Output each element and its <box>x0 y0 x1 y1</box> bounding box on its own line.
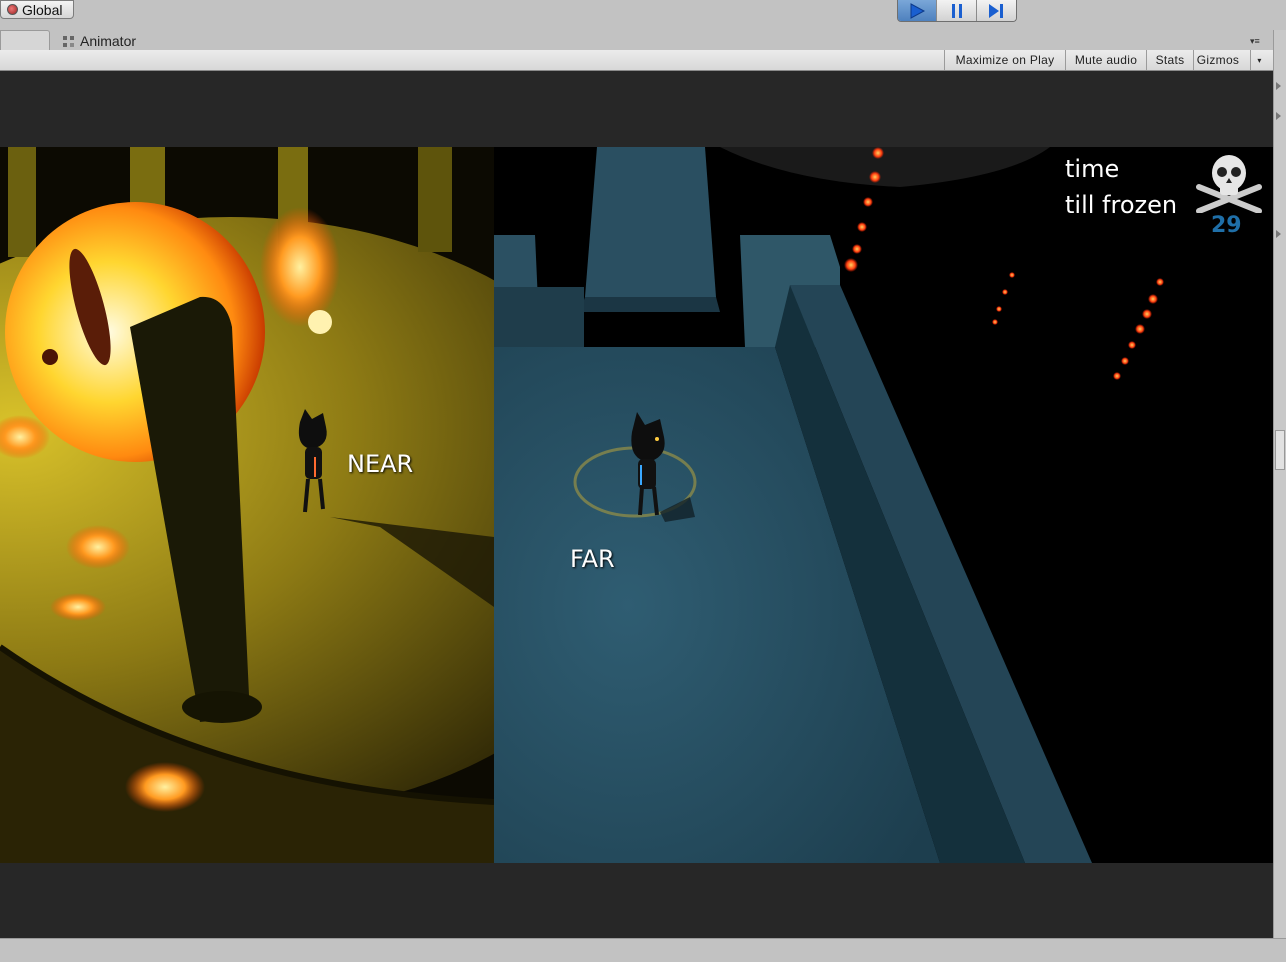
skull-crossbones-icon <box>1196 155 1262 213</box>
game-view-toolbar: Maximize on Play Mute audio Stats Gizmos… <box>0 50 1273 71</box>
scroll-thumb[interactable] <box>1275 430 1285 470</box>
timer-label-line1: time <box>1065 155 1120 183</box>
mute-audio-toggle[interactable]: Mute audio <box>1065 50 1146 70</box>
far-label: FAR <box>570 545 615 573</box>
play-button[interactable] <box>898 0 938 21</box>
global-icon <box>7 4 18 15</box>
tab-menu-icon[interactable]: ▾≡ <box>1250 36 1260 47</box>
gizmos-toggle[interactable]: Gizmos <box>1193 50 1250 70</box>
scroll-arrow-icon[interactable] <box>1276 112 1281 120</box>
timer-value: 29 <box>1211 213 1242 238</box>
tab-animator-label: Animator <box>80 33 137 49</box>
scroll-arrow-icon[interactable] <box>1276 230 1281 238</box>
step-button[interactable] <box>976 0 1016 21</box>
tab-game[interactable] <box>0 30 50 50</box>
global-label: Global <box>22 1 63 18</box>
play-icon <box>910 3 926 19</box>
maximize-on-play-toggle[interactable]: Maximize on Play <box>944 50 1065 70</box>
status-bar <box>0 938 1286 962</box>
animator-icon <box>63 35 74 47</box>
step-icon <box>989 4 1004 18</box>
tab-animator[interactable]: Animator <box>62 32 136 50</box>
pause-icon <box>951 4 962 18</box>
pivot-rotation-global-button[interactable]: Global <box>0 0 74 19</box>
game-viewport[interactable]: NEAR FAR time till frozen 29 <box>0 147 1273 863</box>
timer-label-line2: till frozen <box>1065 191 1178 219</box>
scroll-arrow-icon[interactable] <box>1276 82 1281 90</box>
dock-scrollbar[interactable] <box>1273 30 1286 940</box>
window-tab-bar: Animator ▾≡ <box>0 30 1273 50</box>
near-label: NEAR <box>347 450 414 478</box>
timer-label: time till frozen <box>1065 151 1177 223</box>
pause-button[interactable] <box>937 0 977 21</box>
main-toolbar: Global <box>0 0 1286 30</box>
playback-controls <box>897 0 1017 22</box>
game-scene <box>0 147 1273 863</box>
gizmos-dropdown-icon[interactable]: ▾ <box>1250 50 1268 70</box>
stats-toggle[interactable]: Stats <box>1146 50 1193 70</box>
